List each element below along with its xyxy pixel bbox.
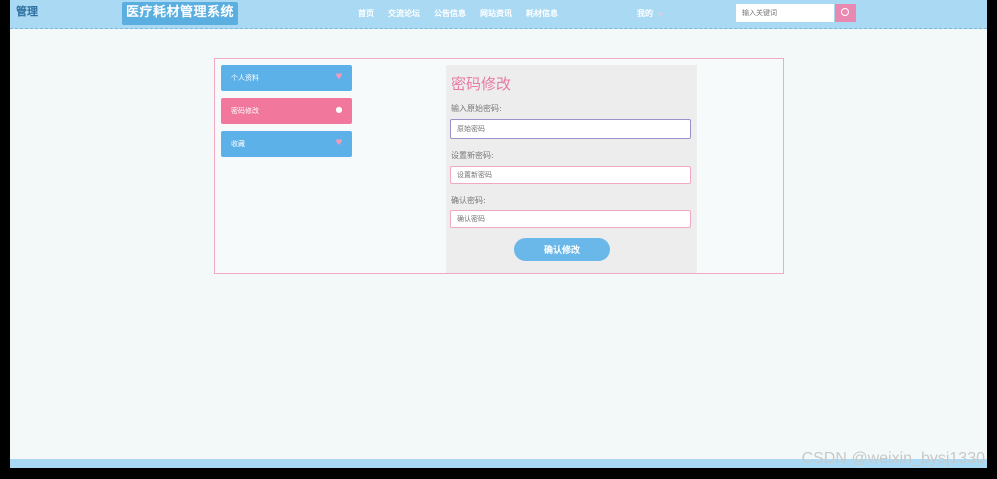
sidebar-item-label: 个人资料 [231,74,259,82]
top-navbar: 管理 医疗耗材管理系统 首页 交流论坛 公告信息 网站资讯 耗材信息 我的 ▾ [10,0,987,29]
sidebar-item-label: 密码修改 [231,107,259,115]
search-icon [841,8,849,16]
new-password-field[interactable] [450,166,691,184]
mine-label: 我的 [637,9,653,18]
sidebar-item-label: 收藏 [231,140,245,148]
password-form: 密码修改 输入原始密码: 设置新密码: 确认密码: 确认修改 [446,65,697,273]
new-password-label: 设置新密码: [451,151,494,160]
confirm-password-field[interactable] [450,210,691,228]
app-screen: 管理 医疗耗材管理系统 首页 交流论坛 公告信息 网站资讯 耗材信息 我的 ▾ 个… [10,0,987,468]
nav-news[interactable]: 网站资讯 [480,8,512,19]
nav-home[interactable]: 首页 [358,8,374,19]
sidebar-item-password[interactable]: 密码修改 ● [221,98,352,124]
confirm-button[interactable]: 确认修改 [514,238,610,261]
sidebar-item-favorites[interactable]: 收藏 ♥ [221,131,352,157]
page-title: 密码修改 [451,75,512,93]
site-title[interactable]: 医疗耗材管理系统 [122,2,239,25]
sidebar-item-profile[interactable]: 个人资料 ♥ [221,65,352,91]
heart-icon: ♥ [335,138,343,147]
user-icon: ● [335,105,343,114]
search-input[interactable] [736,4,834,22]
heart-icon: ♥ [335,72,343,81]
logo-mark: 管理 [16,5,38,18]
old-password-field[interactable] [450,119,691,139]
main-nav: 首页 交流论坛 公告信息 网站资讯 耗材信息 [358,8,558,19]
nav-forum[interactable]: 交流论坛 [388,8,420,19]
chevron-down-icon: ▾ [659,10,663,18]
mine-menu[interactable]: 我的 ▾ [637,8,663,19]
confirm-password-label: 确认密码: [451,196,486,205]
nav-notice[interactable]: 公告信息 [434,8,466,19]
old-password-label: 输入原始密码: [451,104,502,113]
nav-consumables[interactable]: 耗材信息 [526,8,558,19]
watermark: CSDN @weixin_bysj1330 [801,450,985,467]
search-button[interactable] [835,4,856,22]
center-panel: 个人资料 ♥ 密码修改 ● 收藏 ♥ 密码修改 输入原始密码: 设置新密码: 确… [214,58,784,274]
